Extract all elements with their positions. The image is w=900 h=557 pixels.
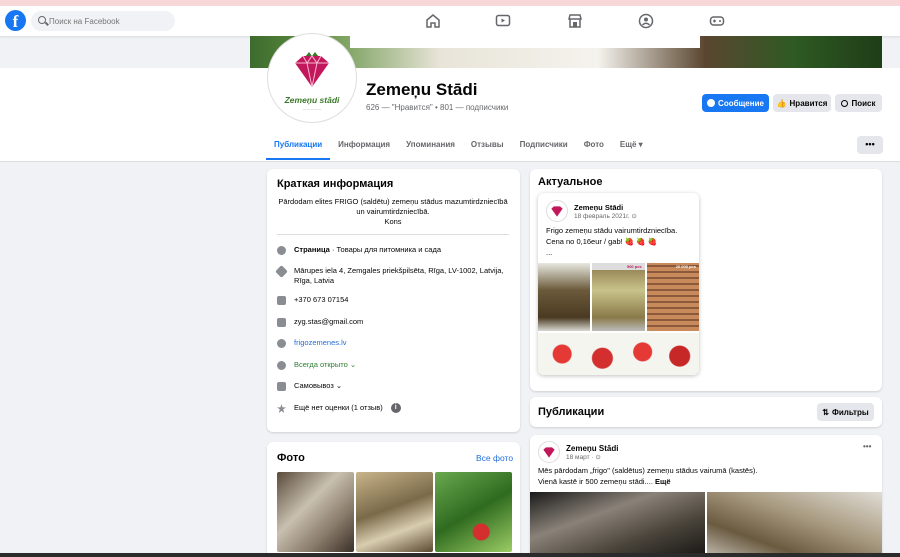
featured-image[interactable]: 20 000 pcs [646,263,699,331]
intro-description: Pārdodam elites FRIGO (saldētu) zemeņu s… [278,197,508,226]
phone-row: +370 673 07154 [277,295,512,305]
logo-brand-text: Zemeņu stādi [284,95,340,105]
tab-posts[interactable]: Публикации [266,132,331,160]
tab-photos[interactable]: Фото [576,132,612,160]
profile-picture[interactable]: Zemeņu stādi — — — — — [268,34,356,122]
thumbs-up-icon: 👍 [776,98,787,108]
like-button-label: Нравится [789,98,828,108]
tab-followers[interactable]: Подписчики [512,132,576,160]
strawberries-image[interactable] [538,333,699,375]
avatar[interactable] [538,441,560,463]
featured-post-text: Frigo zemeņu stādu vairumtirdzniecība. C… [546,226,678,257]
featured-image[interactable]: 500 pcs [592,263,645,331]
post-card: Zemeņu Stādi 18 март · ⊙ ••• Mēs pārdoda… [530,435,882,557]
post-menu-button[interactable]: ••• [863,442,871,451]
search-box[interactable] [31,11,175,31]
taskbar-strip [0,553,900,557]
logo-subtext: — — — — — [302,107,322,111]
marketplace-icon[interactable] [566,12,584,30]
post-images [530,492,882,557]
message-button[interactable]: Сообщение [702,94,769,112]
posts-header-card: Публикации ⇅ Фильтры [530,397,882,427]
tab-mentions[interactable]: Упоминания [398,132,463,160]
search-input[interactable] [49,14,169,28]
more-options-button[interactable]: ••• [857,136,883,154]
search-icon [38,16,46,24]
phone-icon [277,296,286,305]
post-date[interactable]: 18 февраль 2021г. ⊙ [574,212,637,220]
see-more-link[interactable]: Ещё [655,477,671,486]
star-icon [277,404,286,413]
see-all-photos-link[interactable]: Все фото [476,453,513,463]
gaming-icon[interactable] [708,12,726,30]
post-image[interactable] [530,492,705,557]
page-stats[interactable]: 626 — "Нравится" • 801 — подписчики [366,103,508,112]
avatar[interactable] [546,200,568,222]
photos-title: Фото [277,452,305,464]
filters-button-label: Фильтры [832,407,869,417]
clock-icon [277,361,286,370]
facebook-logo[interactable]: f [5,10,26,31]
intro-title: Краткая информация [277,178,394,190]
website-row: frigozemenes.lv [277,338,512,348]
tab-more[interactable]: Ещё ▾ [612,132,651,160]
tab-reviews[interactable]: Отзывы [463,132,512,160]
strawberry-gem-logo [291,49,333,93]
like-button[interactable]: 👍 Нравится [773,94,831,112]
tab-about[interactable]: Информация [330,132,398,160]
email-icon [277,318,286,327]
home-icon[interactable] [424,12,442,30]
groups-icon[interactable] [637,12,655,30]
featured-card: Актуальное Zemeņu Stādi 18 февраль 2021г… [530,169,882,391]
photo-thumbnail[interactable] [356,472,433,552]
posts-title: Публикации [538,406,605,418]
top-navbar: f [0,0,900,36]
location-icon [275,265,288,278]
globe-icon [277,339,286,348]
address-row: Mārupes iela 4, Zemgales priekšpilsēta, … [275,265,512,286]
filters-button[interactable]: ⇅ Фильтры [817,403,874,421]
search-page-button[interactable]: Поиск [835,94,882,112]
hours-row: Всегда открыто ⌄ [277,360,512,370]
info-circle-icon[interactable]: i [390,403,401,413]
info-icon [277,246,286,255]
featured-image[interactable] [538,263,591,331]
filter-icon: ⇅ [822,407,829,417]
photo-thumbnail[interactable] [277,472,354,552]
search-icon [841,99,849,107]
photo-thumbnail[interactable] [435,472,512,552]
featured-title: Актуальное [538,176,603,188]
intro-card: Краткая информация Pārdodam elites FRIGO… [267,169,520,432]
messenger-icon [707,99,716,107]
featured-images-row: 500 pcs 20 000 pcs [538,263,699,331]
featured-post[interactable]: Zemeņu Stādi 18 февраль 2021г. ⊙ Frigo z… [538,193,699,375]
watch-icon[interactable] [494,12,512,30]
page-title: Zemeņu Stādi [366,80,478,99]
delivery-row: Самовывоз ⌄ [277,381,512,391]
post-text: Mēs pārdodam „frigo" (saldētus) zemeņu s… [538,466,758,486]
photos-card: Фото Все фото [267,442,520,557]
email-row: zyg.stas@gmail.com [277,317,512,327]
category-row: Страница · Товары для питомника и сада [277,245,512,255]
search-button-label: Поиск [851,98,876,108]
message-button-label: Сообщение [718,98,764,108]
rating-row: Ещё нет оценки (1 отзыв) i [277,403,512,413]
post-author[interactable]: Zemeņu Stādi [566,444,618,453]
page-tabs: Публикации Информация Упоминания Отзывы … [266,132,651,160]
post-date[interactable]: 18 март · ⊙ [566,453,618,461]
photo-grid [277,472,512,552]
post-image[interactable] [707,492,882,557]
post-author[interactable]: Zemeņu Stādi [574,203,637,212]
pickup-icon [277,382,286,391]
